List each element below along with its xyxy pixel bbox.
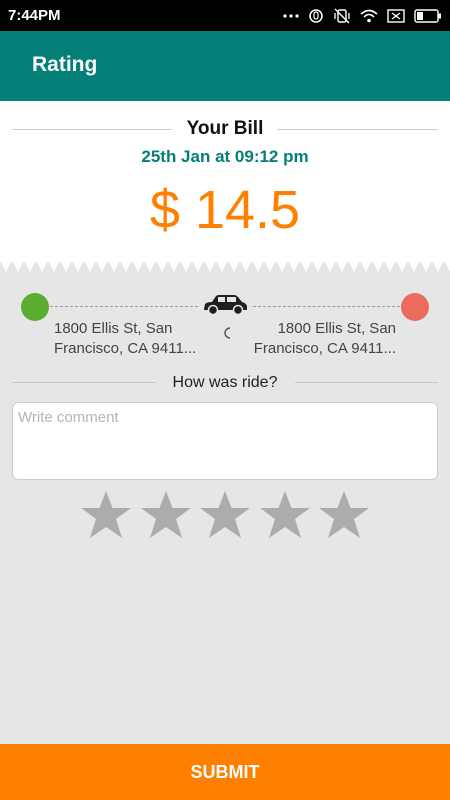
star-icon[interactable] — [199, 490, 251, 542]
status-time: 7:44PM — [8, 7, 61, 24]
receipt-edge — [0, 260, 450, 272]
star-icon[interactable] — [140, 490, 192, 542]
divider-line — [277, 129, 438, 130]
star-rating — [80, 490, 370, 542]
sim-icon — [387, 7, 405, 25]
bill-date: 25th Jan at 09:12 pm — [141, 147, 309, 166]
route-line — [50, 306, 198, 307]
loading-icon — [224, 327, 231, 339]
car-icon — [204, 295, 247, 316]
mute-icon — [308, 7, 324, 25]
route-summary: 1800 Ellis St, San Francisco, CA 9411...… — [0, 288, 450, 363]
battery-icon — [414, 7, 442, 25]
star-icon[interactable] — [318, 490, 370, 542]
ride-question: How was ride? — [172, 374, 278, 391]
bill-amount: $ 14.5 — [149, 180, 301, 240]
end-address: 1800 Ellis St, San Francisco, CA 9411... — [253, 320, 396, 357]
end-location-dot — [401, 293, 429, 321]
ride-question-header: How was ride? — [0, 372, 450, 394]
app-bar: Rating — [0, 31, 450, 101]
page-title: Rating — [32, 53, 98, 76]
comment-field[interactable] — [12, 402, 438, 480]
route-line — [253, 306, 400, 307]
status-bar: 7:44PM — [0, 0, 450, 31]
bill-header: Your Bill — [0, 117, 450, 141]
bill-card: Your Bill 25th Jan at 09:12 pm $ 14.5 — [0, 101, 450, 262]
start-location-dot — [21, 293, 49, 321]
vibrate-icon — [333, 7, 351, 25]
star-icon[interactable] — [80, 490, 132, 542]
more-icon — [283, 7, 299, 25]
submit-button[interactable]: SUBMIT — [0, 744, 450, 800]
wifi-icon — [360, 7, 378, 25]
status-icons — [283, 6, 442, 26]
start-address: 1800 Ellis St, San Francisco, CA 9411... — [54, 320, 197, 357]
divider-line — [295, 382, 438, 383]
star-icon[interactable] — [259, 490, 311, 542]
